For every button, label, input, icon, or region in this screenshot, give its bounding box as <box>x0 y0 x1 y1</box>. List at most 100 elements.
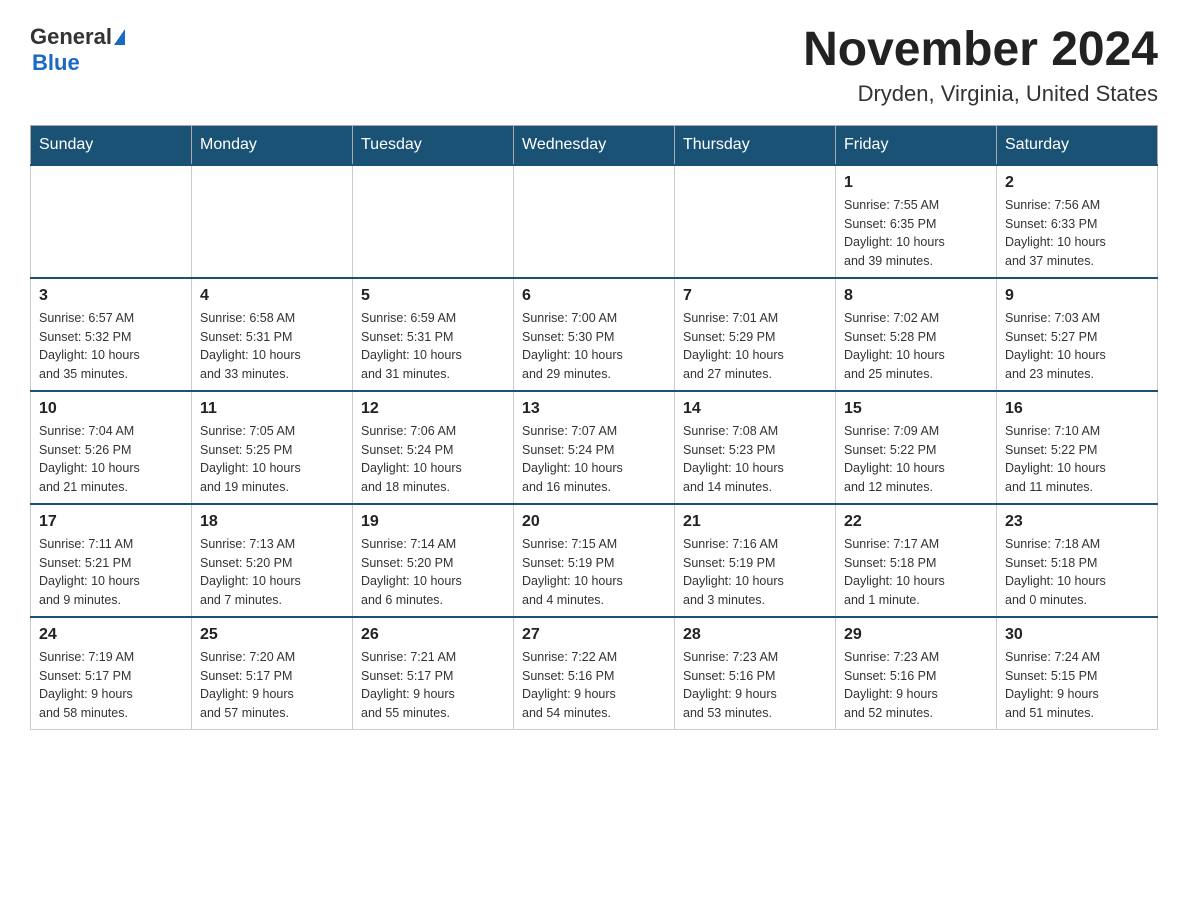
day-number: 7 <box>683 287 827 305</box>
day-info: Sunrise: 6:59 AM Sunset: 5:31 PM Dayligh… <box>361 309 505 384</box>
day-info: Sunrise: 7:15 AM Sunset: 5:19 PM Dayligh… <box>522 535 666 610</box>
calendar-cell: 22 Sunrise: 7:17 AM Sunset: 5:18 PM Dayli… <box>836 504 997 617</box>
location-title: Dryden, Virginia, United States <box>803 81 1158 107</box>
calendar-cell: 9 Sunrise: 7:03 AM Sunset: 5:27 PM Daylig… <box>997 278 1158 391</box>
day-number: 1 <box>844 174 988 192</box>
day-info: Sunrise: 7:23 AM Sunset: 5:16 PM Dayligh… <box>844 648 988 723</box>
day-info: Sunrise: 7:23 AM Sunset: 5:16 PM Dayligh… <box>683 648 827 723</box>
logo-triangle-icon <box>114 29 125 45</box>
day-number: 25 <box>200 626 344 644</box>
calendar-cell <box>192 165 353 278</box>
day-number: 29 <box>844 626 988 644</box>
calendar-cell: 11Sunrise: 7:05 AM Sunset: 5:25 PM Dayli… <box>192 391 353 504</box>
day-number: 15 <box>844 400 988 418</box>
calendar-cell: 13Sunrise: 7:07 AM Sunset: 5:24 PM Dayli… <box>514 391 675 504</box>
calendar-cell: 24 Sunrise: 7:19 AM Sunset: 5:17 PM Dayli… <box>31 617 192 730</box>
calendar-table: SundayMondayTuesdayWednesdayThursdayFrid… <box>30 125 1158 730</box>
day-info: Sunrise: 7:14 AM Sunset: 5:20 PM Dayligh… <box>361 535 505 610</box>
calendar-cell <box>514 165 675 278</box>
calendar-cell: 17Sunrise: 7:11 AM Sunset: 5:21 PM Dayli… <box>31 504 192 617</box>
day-number: 18 <box>200 513 344 531</box>
logo-blue-text: Blue <box>32 50 80 75</box>
day-number: 13 <box>522 400 666 418</box>
day-info: Sunrise: 7:19 AM Sunset: 5:17 PM Dayligh… <box>39 648 183 723</box>
day-number: 9 <box>1005 287 1149 305</box>
day-info: Sunrise: 7:21 AM Sunset: 5:17 PM Dayligh… <box>361 648 505 723</box>
day-number: 3 <box>39 287 183 305</box>
day-info: Sunrise: 7:08 AM Sunset: 5:23 PM Dayligh… <box>683 422 827 497</box>
day-number: 5 <box>361 287 505 305</box>
day-info: Sunrise: 7:24 AM Sunset: 5:15 PM Dayligh… <box>1005 648 1149 723</box>
day-info: Sunrise: 7:22 AM Sunset: 5:16 PM Dayligh… <box>522 648 666 723</box>
weekday-header-wednesday: Wednesday <box>514 125 675 165</box>
day-info: Sunrise: 7:03 AM Sunset: 5:27 PM Dayligh… <box>1005 309 1149 384</box>
day-info: Sunrise: 7:01 AM Sunset: 5:29 PM Dayligh… <box>683 309 827 384</box>
day-number: 6 <box>522 287 666 305</box>
month-title: November 2024 <box>803 24 1158 77</box>
week-row-4: 17Sunrise: 7:11 AM Sunset: 5:21 PM Dayli… <box>31 504 1158 617</box>
day-info: Sunrise: 7:18 AM Sunset: 5:18 PM Dayligh… <box>1005 535 1149 610</box>
calendar-cell: 15 Sunrise: 7:09 AM Sunset: 5:22 PM Dayli… <box>836 391 997 504</box>
calendar-cell: 19Sunrise: 7:14 AM Sunset: 5:20 PM Dayli… <box>353 504 514 617</box>
calendar-cell: 20 Sunrise: 7:15 AM Sunset: 5:19 PM Dayli… <box>514 504 675 617</box>
day-number: 23 <box>1005 513 1149 531</box>
calendar-cell: 30 Sunrise: 7:24 AM Sunset: 5:15 PM Dayli… <box>997 617 1158 730</box>
day-number: 12 <box>361 400 505 418</box>
day-info: Sunrise: 7:11 AM Sunset: 5:21 PM Dayligh… <box>39 535 183 610</box>
calendar-cell: 29 Sunrise: 7:23 AM Sunset: 5:16 PM Dayli… <box>836 617 997 730</box>
weekday-header-sunday: Sunday <box>31 125 192 165</box>
calendar-cell: 12 Sunrise: 7:06 AM Sunset: 5:24 PM Dayli… <box>353 391 514 504</box>
day-info: Sunrise: 7:02 AM Sunset: 5:28 PM Dayligh… <box>844 309 988 384</box>
day-number: 2 <box>1005 174 1149 192</box>
day-number: 10 <box>39 400 183 418</box>
day-number: 22 <box>844 513 988 531</box>
weekday-header-monday: Monday <box>192 125 353 165</box>
day-info: Sunrise: 6:58 AM Sunset: 5:31 PM Dayligh… <box>200 309 344 384</box>
day-info: Sunrise: 7:06 AM Sunset: 5:24 PM Dayligh… <box>361 422 505 497</box>
logo: General Blue <box>30 24 125 76</box>
day-number: 8 <box>844 287 988 305</box>
day-number: 30 <box>1005 626 1149 644</box>
calendar-cell: 4 Sunrise: 6:58 AM Sunset: 5:31 PM Daylig… <box>192 278 353 391</box>
day-info: Sunrise: 7:13 AM Sunset: 5:20 PM Dayligh… <box>200 535 344 610</box>
day-info: Sunrise: 7:10 AM Sunset: 5:22 PM Dayligh… <box>1005 422 1149 497</box>
day-info: Sunrise: 7:55 AM Sunset: 6:35 PM Dayligh… <box>844 196 988 271</box>
calendar-cell: 1 Sunrise: 7:55 AM Sunset: 6:35 PM Daylig… <box>836 165 997 278</box>
calendar-cell: 18 Sunrise: 7:13 AM Sunset: 5:20 PM Dayli… <box>192 504 353 617</box>
day-number: 4 <box>200 287 344 305</box>
calendar-cell: 23 Sunrise: 7:18 AM Sunset: 5:18 PM Dayli… <box>997 504 1158 617</box>
weekday-header-friday: Friday <box>836 125 997 165</box>
page-header: General Blue November 2024 Dryden, Virgi… <box>30 24 1158 107</box>
day-number: 27 <box>522 626 666 644</box>
calendar-cell: 14 Sunrise: 7:08 AM Sunset: 5:23 PM Dayli… <box>675 391 836 504</box>
calendar-cell <box>353 165 514 278</box>
day-number: 20 <box>522 513 666 531</box>
calendar-cell: 6 Sunrise: 7:00 AM Sunset: 5:30 PM Daylig… <box>514 278 675 391</box>
calendar-cell: 16 Sunrise: 7:10 AM Sunset: 5:22 PM Dayli… <box>997 391 1158 504</box>
day-info: Sunrise: 7:16 AM Sunset: 5:19 PM Dayligh… <box>683 535 827 610</box>
day-info: Sunrise: 7:56 AM Sunset: 6:33 PM Dayligh… <box>1005 196 1149 271</box>
day-number: 14 <box>683 400 827 418</box>
week-row-1: 1 Sunrise: 7:55 AM Sunset: 6:35 PM Daylig… <box>31 165 1158 278</box>
calendar-cell: 27 Sunrise: 7:22 AM Sunset: 5:16 PM Dayli… <box>514 617 675 730</box>
day-info: Sunrise: 7:05 AM Sunset: 5:25 PM Dayligh… <box>200 422 344 497</box>
weekday-header-tuesday: Tuesday <box>353 125 514 165</box>
day-info: Sunrise: 6:57 AM Sunset: 5:32 PM Dayligh… <box>39 309 183 384</box>
calendar-cell: 21Sunrise: 7:16 AM Sunset: 5:19 PM Dayli… <box>675 504 836 617</box>
weekday-header-saturday: Saturday <box>997 125 1158 165</box>
day-info: Sunrise: 7:20 AM Sunset: 5:17 PM Dayligh… <box>200 648 344 723</box>
day-number: 16 <box>1005 400 1149 418</box>
calendar-cell: 26 Sunrise: 7:21 AM Sunset: 5:17 PM Dayli… <box>353 617 514 730</box>
calendar-cell: 28Sunrise: 7:23 AM Sunset: 5:16 PM Dayli… <box>675 617 836 730</box>
week-row-3: 10Sunrise: 7:04 AM Sunset: 5:26 PM Dayli… <box>31 391 1158 504</box>
day-info: Sunrise: 7:17 AM Sunset: 5:18 PM Dayligh… <box>844 535 988 610</box>
day-info: Sunrise: 7:09 AM Sunset: 5:22 PM Dayligh… <box>844 422 988 497</box>
day-info: Sunrise: 7:00 AM Sunset: 5:30 PM Dayligh… <box>522 309 666 384</box>
day-number: 24 <box>39 626 183 644</box>
day-number: 26 <box>361 626 505 644</box>
logo-general-text: General <box>30 24 112 50</box>
weekday-header-row: SundayMondayTuesdayWednesdayThursdayFrid… <box>31 125 1158 165</box>
calendar-cell: 25 Sunrise: 7:20 AM Sunset: 5:17 PM Dayli… <box>192 617 353 730</box>
calendar-cell: 8 Sunrise: 7:02 AM Sunset: 5:28 PM Daylig… <box>836 278 997 391</box>
week-row-2: 3 Sunrise: 6:57 AM Sunset: 5:32 PM Daylig… <box>31 278 1158 391</box>
